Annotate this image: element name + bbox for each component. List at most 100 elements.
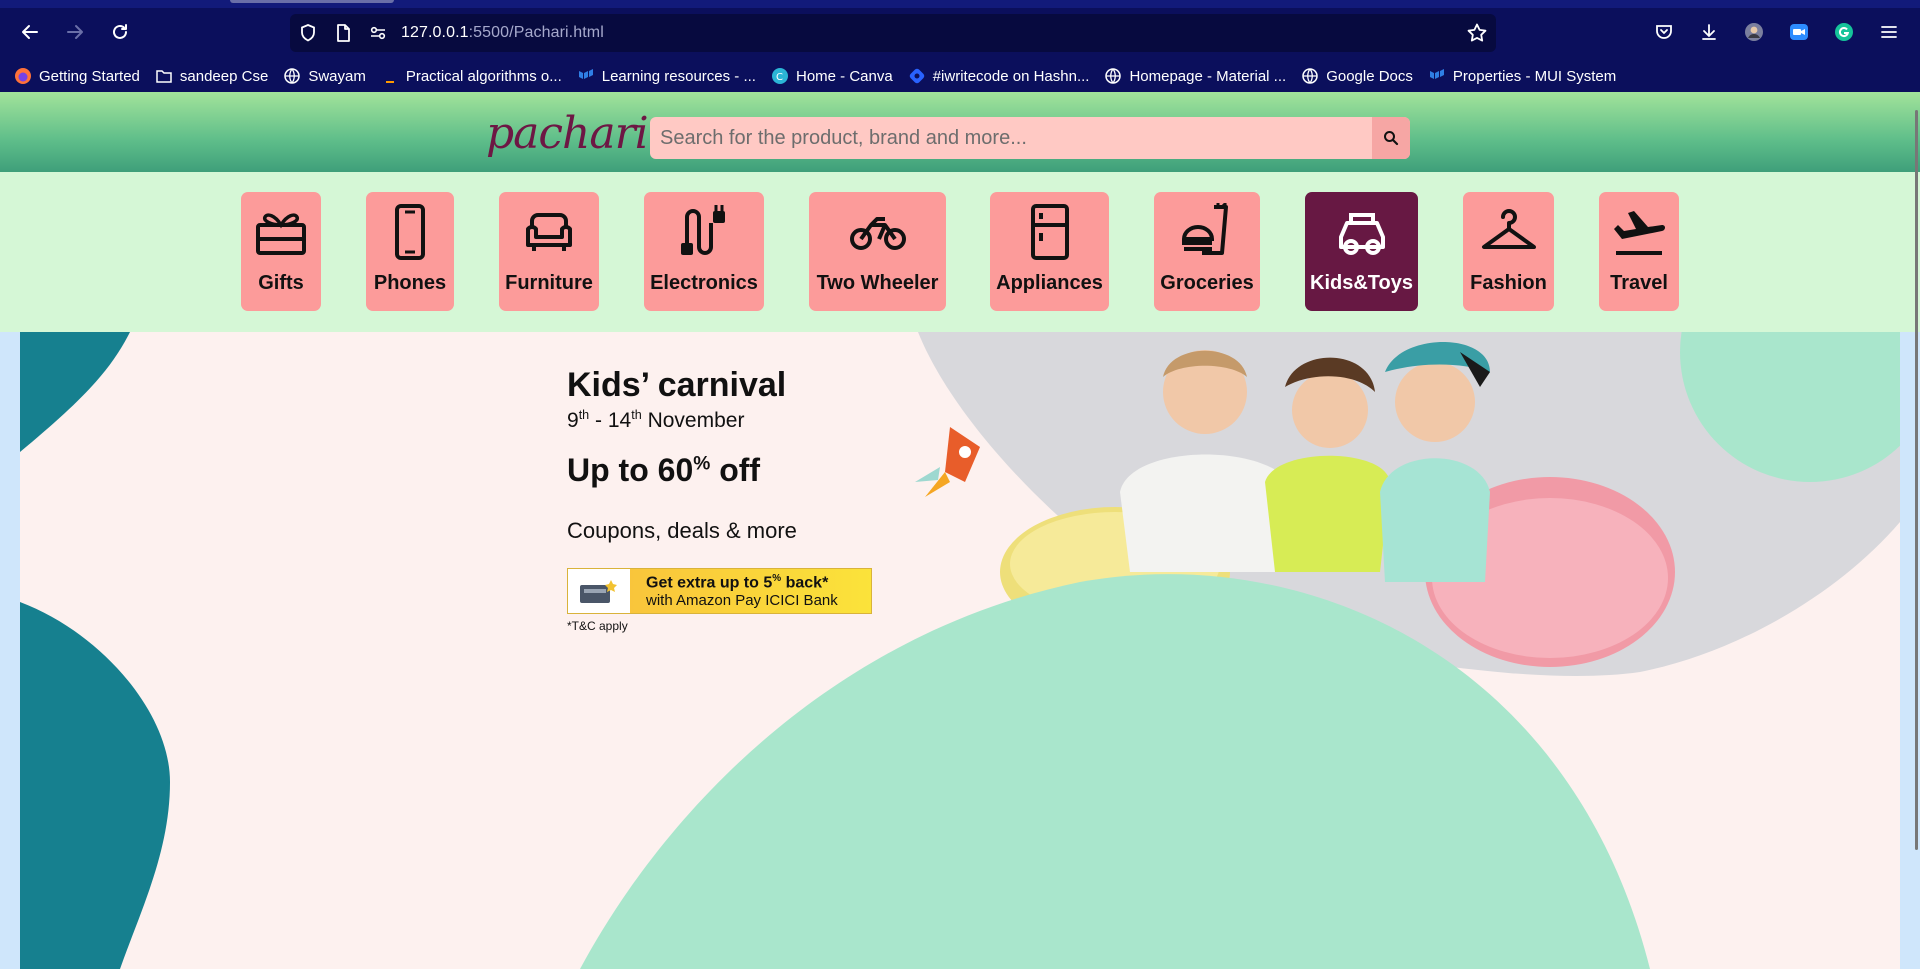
bookmark-star-icon[interactable]	[1466, 22, 1488, 44]
search-icon	[1384, 131, 1399, 146]
bookmark-item[interactable]: Getting Started	[14, 67, 140, 85]
reload-icon	[113, 24, 127, 39]
category-label: Furniture	[505, 272, 593, 294]
back-button[interactable]	[14, 16, 46, 48]
url-text[interactable]: 127.0.0.1:5500/Pachari.html	[401, 24, 604, 42]
category-gifts[interactable]: Gifts	[241, 192, 321, 311]
cable-icon	[674, 202, 734, 262]
sofa-icon	[519, 202, 579, 262]
site-header: pachari	[0, 92, 1920, 172]
reload-button[interactable]	[104, 16, 136, 48]
folder-icon	[155, 67, 173, 85]
svg-text:C: C	[776, 72, 783, 83]
forward-button[interactable]	[59, 16, 91, 48]
category-label: Appliances	[996, 272, 1103, 294]
category-fashion[interactable]: Fashion	[1463, 192, 1554, 311]
category-travel[interactable]: Travel	[1599, 192, 1679, 311]
globe-icon	[1301, 67, 1319, 85]
bank-offer-card[interactable]: Get extra up to 5% back* with Amazon Pay…	[567, 568, 872, 614]
site-permissions-icon[interactable]	[368, 23, 388, 43]
bookmark-label: Swayam	[308, 67, 366, 85]
avatar	[1745, 23, 1763, 41]
groceries-icon	[1177, 202, 1237, 262]
category-appliances[interactable]: Appliances	[990, 192, 1109, 311]
category-nav: Gifts Phones Furniture Electronics Two Wheel…	[0, 172, 1920, 332]
bookmark-label: Home - Canva	[795, 67, 893, 85]
bookmark-label: Properties - MUI System	[1452, 67, 1617, 85]
category-label: Travel	[1610, 272, 1668, 294]
downloads-button[interactable]	[1695, 18, 1723, 46]
banner-dates: 9th - 14th November	[567, 408, 745, 432]
firefox-icon	[14, 67, 32, 85]
bookmark-item[interactable]: Homepage - Material ...	[1104, 67, 1286, 85]
category-groceries[interactable]: Groceries	[1154, 192, 1260, 311]
bookmark-label: Getting Started	[39, 67, 140, 85]
rocket-illustration	[915, 427, 980, 497]
category-label: Fashion	[1470, 272, 1547, 294]
wallet-card-icon	[580, 580, 617, 603]
category-label: Kids&Toys	[1310, 272, 1413, 294]
category-phones[interactable]: Phones	[366, 192, 454, 311]
arrow-left-icon	[22, 25, 38, 39]
category-label: Phones	[373, 272, 447, 294]
category-label: Gifts	[258, 272, 304, 294]
category-furniture[interactable]: Furniture	[499, 192, 599, 311]
app-menu-button[interactable]	[1875, 18, 1903, 46]
bookmarks-toolbar: Getting Started sandeep Cse Swayam Practica…	[0, 62, 1920, 90]
mui-icon	[1428, 67, 1446, 85]
bookmark-item[interactable]: Swayam	[283, 67, 366, 85]
gift-icon	[251, 202, 311, 262]
search-button[interactable]	[1372, 117, 1410, 159]
banner-title: Kids’ carnival	[567, 366, 787, 404]
bookmark-item[interactable]: C Home - Canva	[771, 67, 893, 85]
search-bar	[650, 117, 1410, 159]
bookmark-item[interactable]: sandeep Cse	[155, 67, 268, 85]
banner-subtitle: Coupons, deals & more	[567, 518, 797, 543]
zoom-extension-button[interactable]	[1785, 18, 1813, 46]
bookmark-item[interactable]: Learning resources - ...	[577, 67, 756, 85]
bookmark-label: #iwritecode on Hashn...	[932, 67, 1090, 85]
profile-button[interactable]	[1740, 18, 1768, 46]
mui-icon	[577, 67, 595, 85]
video-camera-icon	[1790, 24, 1808, 40]
hero-banner[interactable]: Kids’ carnival 9th - 14th November Up to…	[20, 332, 1900, 969]
category-electronics[interactable]: Electronics	[644, 192, 764, 311]
canva-icon: C	[771, 67, 789, 85]
page-icon[interactable]	[333, 23, 353, 43]
category-label: Groceries	[1160, 272, 1254, 294]
globe-icon	[283, 67, 301, 85]
address-bar[interactable]: 127.0.0.1:5500/Pachari.html	[290, 14, 1496, 52]
hanger-icon	[1479, 202, 1539, 262]
banner-artwork	[20, 332, 1900, 969]
offer-line-1: Get extra up to 5% back*	[646, 573, 829, 592]
bookmark-label: Google Docs	[1326, 67, 1413, 85]
category-label: Electronics	[650, 272, 758, 294]
page-scrollbar[interactable]	[1915, 110, 1918, 850]
kids-photo	[1120, 342, 1490, 582]
site-logo[interactable]: pachari	[486, 108, 649, 159]
search-input[interactable]	[650, 117, 1372, 159]
category-kids-toys[interactable]: Kids&Toys	[1305, 192, 1418, 311]
bookmark-item[interactable]: Properties - MUI System	[1428, 67, 1616, 85]
browser-chrome: 127.0.0.1:5500/Pachari.html Getting Star…	[0, 0, 1920, 92]
bookmark-item[interactable]: Practical algorithms o...	[381, 67, 562, 85]
globe-icon	[1104, 67, 1122, 85]
pocket-icon	[1656, 25, 1672, 39]
phone-icon	[380, 202, 440, 262]
bookmark-label: Learning resources - ...	[601, 67, 756, 85]
bookmark-item[interactable]: #iwritecode on Hashn...	[908, 67, 1090, 85]
fridge-icon	[1020, 202, 1080, 262]
teal-blob-top	[20, 332, 130, 452]
shield-icon[interactable]	[298, 23, 318, 43]
toy-car-icon	[1332, 202, 1392, 262]
bookmark-item[interactable]: Google Docs	[1301, 67, 1413, 85]
bookmark-label: Practical algorithms o...	[405, 67, 562, 85]
download-icon	[1702, 24, 1716, 40]
grammarly-extension-button[interactable]	[1830, 18, 1858, 46]
arrow-right-icon	[67, 25, 83, 39]
motorcycle-icon	[848, 202, 908, 262]
banner-discount: Up to 60% off	[567, 452, 761, 488]
pocket-button[interactable]	[1650, 18, 1678, 46]
category-two-wheeler[interactable]: Two Wheeler	[809, 192, 946, 311]
active-tab[interactable]	[230, 0, 394, 3]
